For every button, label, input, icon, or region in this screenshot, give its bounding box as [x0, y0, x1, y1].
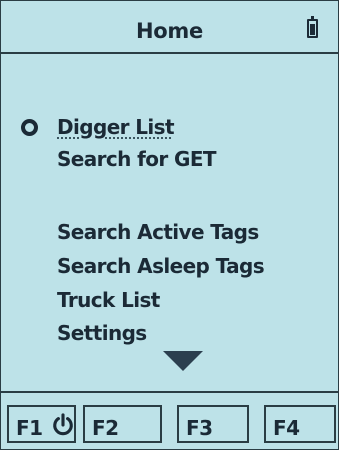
radio-selected-icon [21, 119, 38, 136]
f4-label: F4 [273, 416, 300, 440]
menu-item-label: Search for GET [57, 147, 217, 171]
divider [1, 391, 338, 393]
menu-item-label: Digger List [57, 115, 175, 139]
menu-item-search-for-get[interactable]: Search for GET [57, 147, 217, 171]
battery-icon [307, 16, 318, 38]
menu-item-search-active-tags[interactable]: Search Active Tags [57, 220, 259, 244]
f2-button[interactable]: F2 [83, 405, 162, 443]
menu-item-label: Settings [57, 321, 147, 345]
menu-item-label: Truck List [57, 288, 160, 312]
f3-label: F3 [186, 416, 213, 440]
triangle-down-icon[interactable] [163, 351, 203, 371]
menu-item-search-asleep-tags[interactable]: Search Asleep Tags [57, 254, 265, 278]
device-screen: Home Digger List Search for GET Search A… [0, 0, 339, 450]
menu-item-label: Search Active Tags [57, 220, 259, 244]
f4-button[interactable]: F4 [264, 405, 336, 443]
f3-button[interactable]: F3 [177, 405, 249, 443]
menu-item-digger-list[interactable]: Digger List [57, 115, 175, 139]
menu-item-label: Search Asleep Tags [57, 254, 265, 278]
f2-label: F2 [92, 416, 119, 440]
f1-label: F1 [16, 416, 43, 440]
header: Home [1, 1, 338, 54]
menu-item-truck-list[interactable]: Truck List [57, 288, 160, 312]
power-icon [53, 413, 73, 436]
page-title: Home [136, 19, 203, 43]
menu-item-settings[interactable]: Settings [57, 321, 147, 345]
f1-power-button[interactable]: F1 [7, 405, 76, 443]
